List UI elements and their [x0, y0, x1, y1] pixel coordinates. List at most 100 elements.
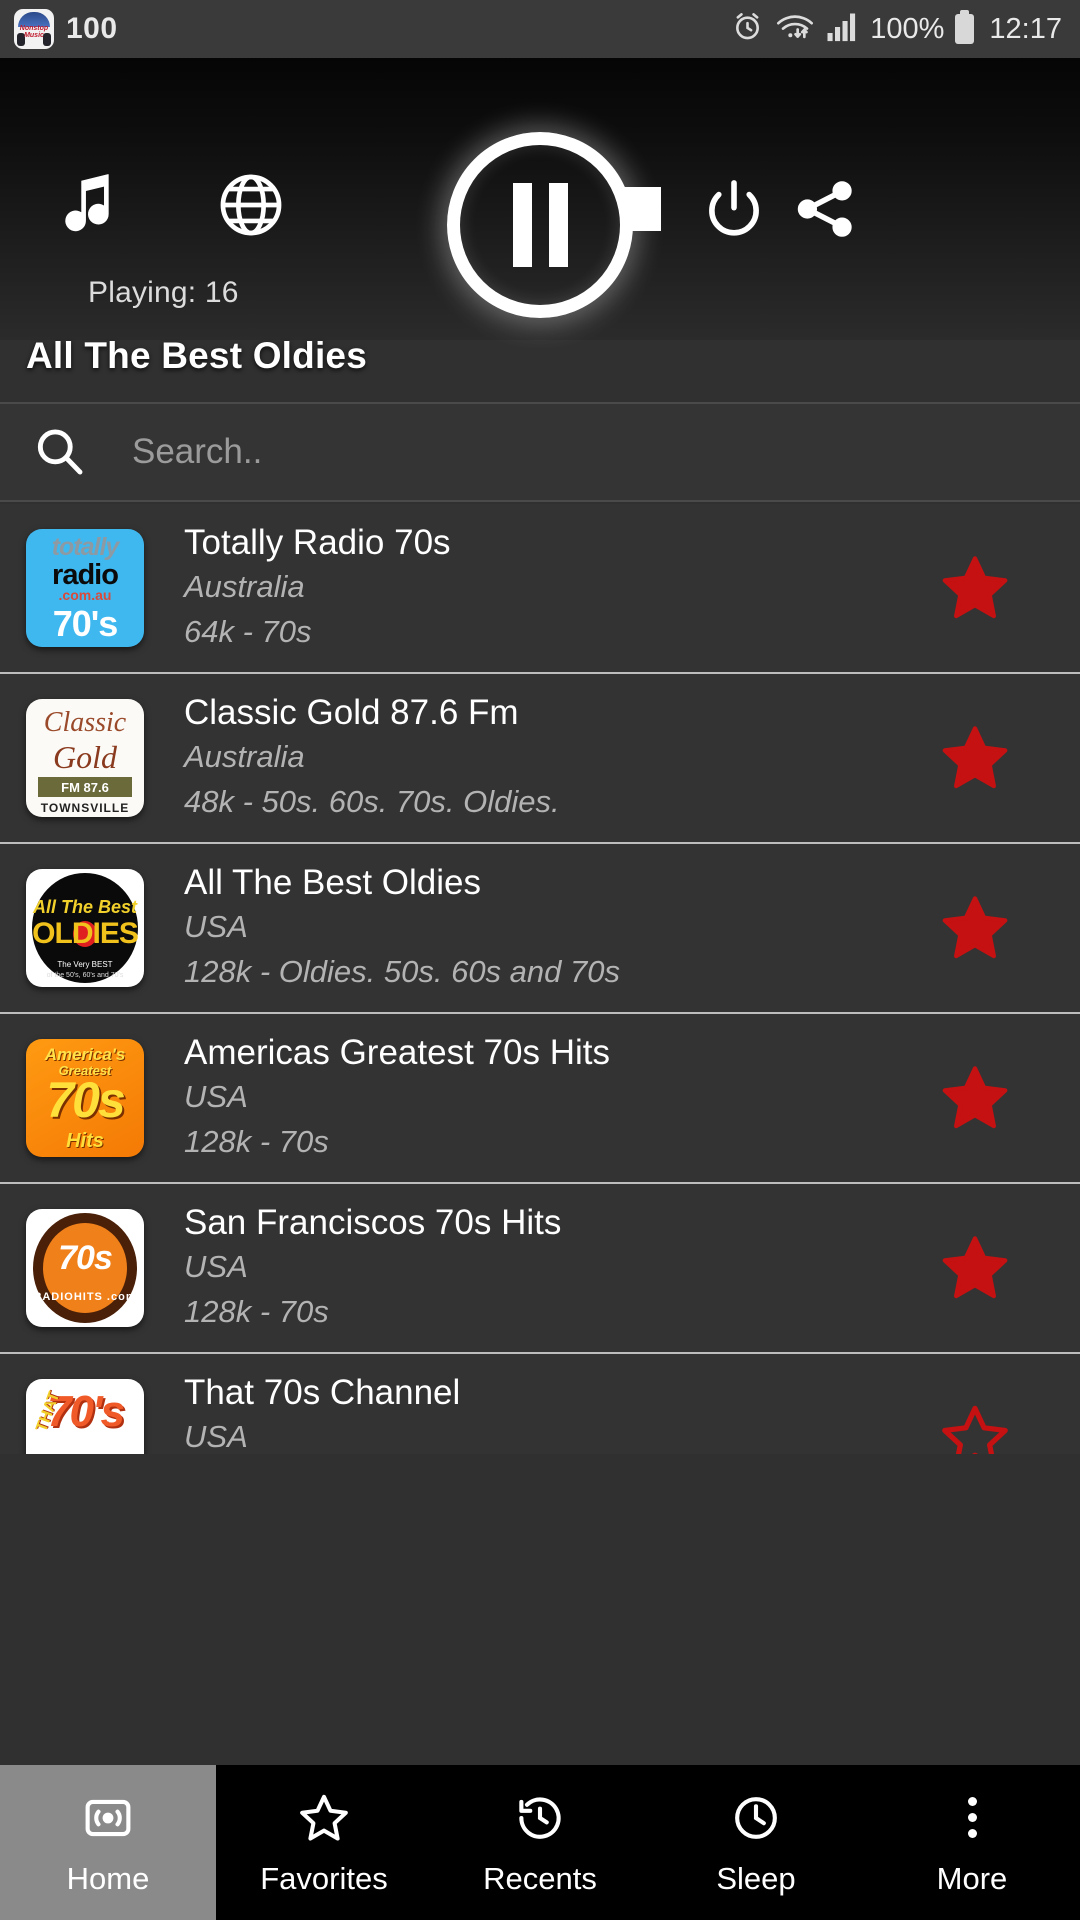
app-root: Nonstop Music 100 100% 12:17 Playing: 16…: [0, 0, 1080, 1920]
favorite-star-icon[interactable]: [936, 1059, 1014, 1137]
globe-icon[interactable]: [210, 164, 292, 246]
station-country: USA: [184, 1249, 248, 1285]
station-name: That 70s Channel: [184, 1372, 461, 1412]
music-note-icon[interactable]: [48, 162, 128, 248]
station-country: Australia: [184, 569, 305, 605]
logo-text-line4: Hits: [66, 1130, 104, 1152]
alarm-clock-icon: [731, 10, 764, 48]
logo-text-line1: All The Best: [32, 897, 138, 917]
station-logo: 70's THAT CHANNEL: [26, 1379, 144, 1454]
table-row[interactable]: All The Best OLDIES The Very BEST of the…: [0, 844, 1080, 1014]
station-logo: All The Best OLDIES The Very BEST of the…: [26, 869, 144, 987]
table-row[interactable]: 70s RADIOHITS .com San Franciscos 70s Hi…: [0, 1184, 1080, 1354]
station-detail: 128k - 70s: [184, 1124, 329, 1160]
station-logo: America's Greatest 70s Hits: [26, 1039, 144, 1157]
notification-count: 100: [66, 12, 118, 45]
search-bar[interactable]: Search..: [0, 402, 1080, 502]
battery-full-icon: [955, 10, 975, 44]
table-row[interactable]: totally radio .com.au 70's Totally Radio…: [0, 504, 1080, 674]
table-row[interactable]: Classic Gold FM 87.6 TOWNSVILLE Classic …: [0, 674, 1080, 844]
favorite-star-icon[interactable]: [936, 1399, 1014, 1454]
favorite-star-icon[interactable]: [936, 719, 1014, 797]
logo-text-line1: 70s: [58, 1239, 113, 1277]
nav-item-more[interactable]: More: [864, 1765, 1080, 1920]
station-detail: 128k - Oldies. 50s. 60s and 70s: [184, 954, 620, 990]
station-name: Americas Greatest 70s Hits: [184, 1032, 610, 1072]
playing-count-label: Playing: 16: [88, 276, 239, 309]
player-panel: Playing: 16: [0, 58, 1080, 340]
station-name: Totally Radio 70s: [184, 522, 451, 562]
clock-time: 12:17: [989, 12, 1062, 45]
logo-text-line3: The Very BEST: [57, 960, 113, 969]
station-country: USA: [184, 1079, 248, 1115]
logo-text-line1: totally: [51, 533, 120, 561]
station-detail: 64k - 70s: [184, 614, 312, 650]
nav-label-favorites: Favorites: [260, 1860, 388, 1896]
nav-item-sleep[interactable]: Sleep: [648, 1765, 864, 1920]
nav-label-recents: Recents: [483, 1860, 597, 1896]
logo-text-line4: 70's: [52, 603, 119, 644]
play-pause-button[interactable]: [447, 132, 633, 318]
station-name: All The Best Oldies: [184, 862, 481, 902]
logo-text-line4: TOWNSVILLE: [40, 801, 130, 815]
star-outline-icon: [297, 1789, 351, 1847]
app-icon-label-bottom: Music: [24, 31, 44, 39]
logo-text-line2: OLDIES: [32, 917, 139, 950]
history-clock-icon: [514, 1789, 566, 1847]
search-icon: [28, 421, 90, 483]
now-playing-title: All The Best Oldies: [26, 335, 367, 376]
station-country: Australia: [184, 739, 305, 775]
table-row[interactable]: America's Greatest 70s Hits Americas Gre…: [0, 1014, 1080, 1184]
station-meta: All The Best Oldies USA 128k - Oldies. 5…: [184, 861, 936, 996]
nav-label-home: Home: [66, 1860, 150, 1896]
pause-icon-bar-left: [512, 183, 532, 267]
logo-text-line1: America's: [44, 1045, 126, 1064]
table-row[interactable]: 70's THAT CHANNEL That 70s Channel USA 1…: [0, 1354, 1080, 1454]
status-bar-right: 100% 12:17: [731, 10, 1062, 48]
station-logo: totally radio .com.au 70's: [26, 529, 144, 647]
nav-item-favorites[interactable]: Favorites: [216, 1765, 432, 1920]
status-bar: Nonstop Music 100 100% 12:17: [0, 0, 1080, 58]
logo-text-line3: FM 87.6: [38, 777, 132, 797]
station-meta: San Franciscos 70s Hits USA 128k - 70s: [184, 1201, 936, 1336]
share-button[interactable]: [780, 166, 870, 252]
logo-text-line2: RADIOHITS .com: [33, 1291, 137, 1303]
search-input[interactable]: Search..: [132, 432, 262, 472]
status-bar-left: Nonstop Music 100: [14, 9, 118, 49]
station-detail: 128k - 70s: [184, 1294, 329, 1330]
bottom-navigation: Home Favorites Recents Sleep More: [0, 1765, 1080, 1920]
app-notification-icon: Nonstop Music: [14, 9, 54, 49]
pause-icon-bar-right: [548, 183, 568, 267]
logo-text-line1: Classic: [43, 707, 127, 738]
station-name: San Franciscos 70s Hits: [184, 1202, 562, 1242]
station-meta: That 70s Channel USA 128k - Classic Hits…: [184, 1371, 936, 1454]
station-meta: Classic Gold 87.6 Fm Australia 48k - 50s…: [184, 691, 936, 826]
cellular-signal-icon: [826, 12, 859, 47]
station-logo: 70s RADIOHITS .com: [26, 1209, 144, 1327]
favorite-star-icon[interactable]: [936, 549, 1014, 627]
station-meta: Americas Greatest 70s Hits USA 128k - 70…: [184, 1031, 936, 1166]
logo-text-line3: 70s: [46, 1072, 125, 1128]
station-name: Classic Gold 87.6 Fm: [184, 692, 519, 732]
favorite-star-icon[interactable]: [936, 1229, 1014, 1307]
nav-label-sleep: Sleep: [716, 1860, 796, 1896]
power-button[interactable]: [690, 166, 778, 252]
logo-text-line3: .com.au: [58, 587, 112, 603]
station-country: USA: [184, 909, 248, 945]
app-icon-label-top: Nonstop: [19, 24, 49, 32]
logo-text-line4: of the 50's, 60's and 70's: [46, 972, 124, 979]
more-vertical-icon: [967, 1789, 977, 1847]
clock-icon: [730, 1789, 782, 1847]
station-country: USA: [184, 1419, 248, 1454]
favorite-star-icon[interactable]: [936, 889, 1014, 967]
nav-item-recents[interactable]: Recents: [432, 1765, 648, 1920]
station-logo: Classic Gold FM 87.6 TOWNSVILLE: [26, 699, 144, 817]
nav-item-home[interactable]: Home: [0, 1765, 216, 1920]
radio-broadcast-icon: [82, 1789, 134, 1847]
nav-label-more: More: [936, 1860, 1008, 1896]
station-meta: Totally Radio 70s Australia 64k - 70s: [184, 521, 936, 656]
logo-text-line2: Gold: [53, 739, 117, 775]
wifi-transfer-icon: [775, 10, 815, 48]
battery-percent: 100%: [870, 12, 945, 45]
station-list[interactable]: totally radio .com.au 70's Totally Radio…: [0, 504, 1080, 1454]
